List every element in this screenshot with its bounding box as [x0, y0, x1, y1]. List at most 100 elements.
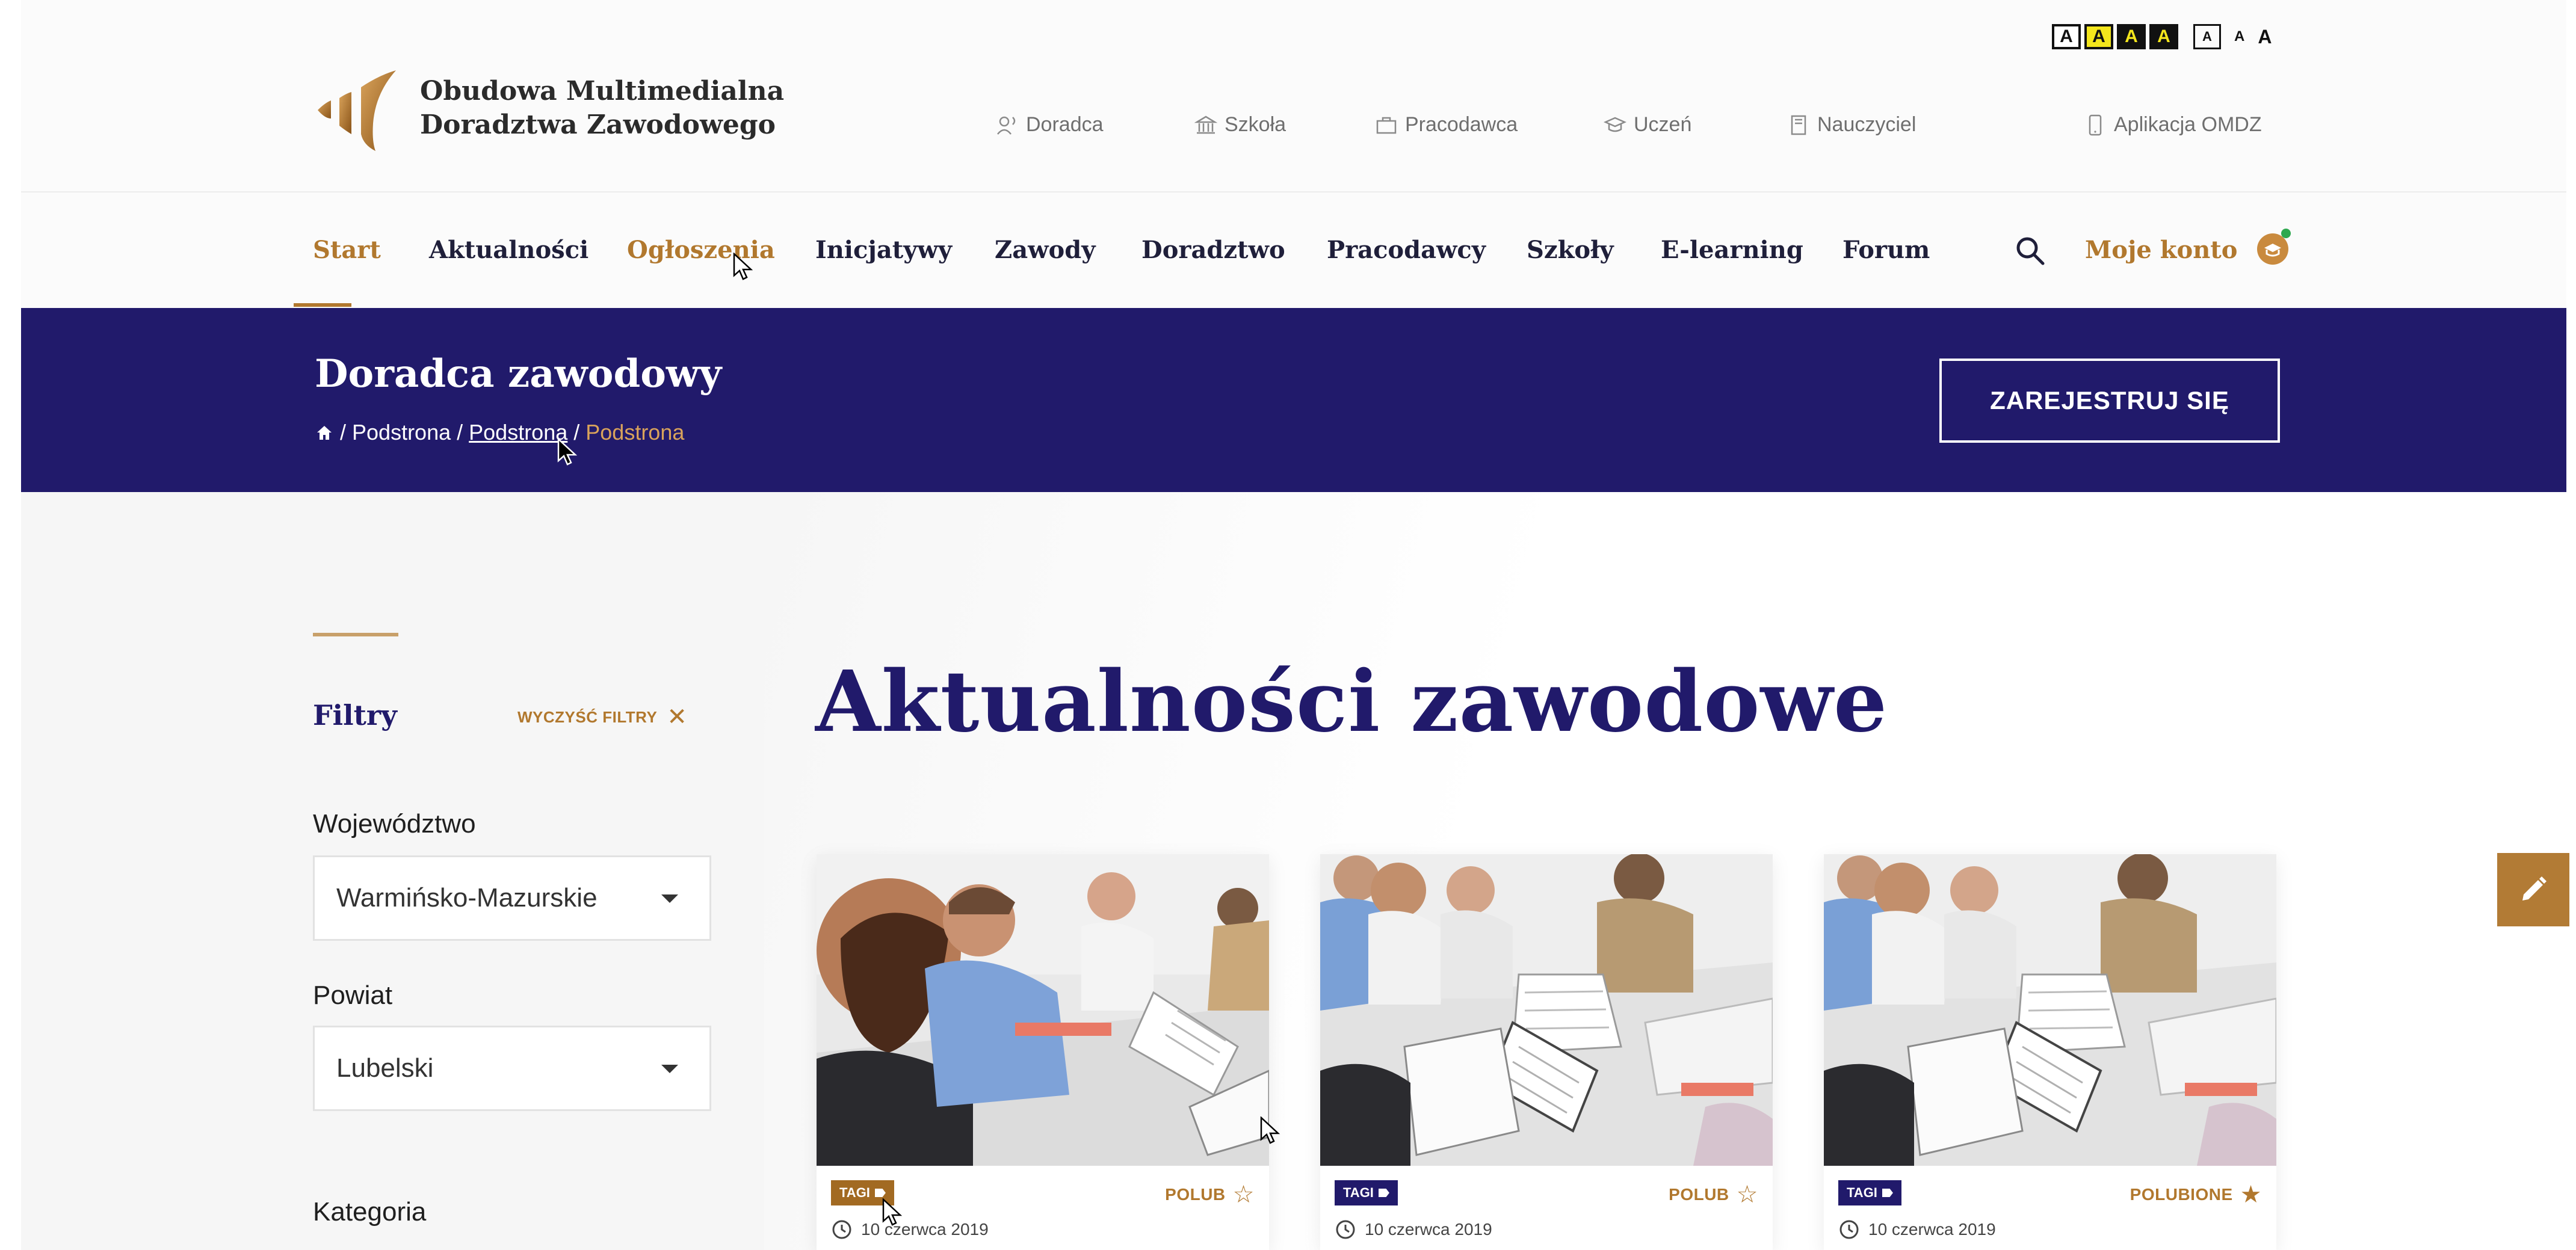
nav-szkoly[interactable]: Szkoły: [1527, 236, 1614, 264]
tag-label: TAGI: [1343, 1185, 1374, 1200]
audience-doradca[interactable]: Doradca: [996, 113, 1104, 137]
voivodeship-value: Warmińsko-Mazurskie: [336, 883, 598, 913]
news-card-image[interactable]: [1320, 854, 1773, 1166]
contrast-switcher: A A A A: [2052, 24, 2178, 49]
logo-line-1: Obudowa Multimedialna: [420, 76, 785, 106]
tag-label: TAGI: [839, 1185, 870, 1200]
audience-app-label: Aplikacja OMDZ: [2114, 113, 2262, 136]
main-nav: Start Aktualności Ogłoszenia Inicjatywy …: [21, 192, 2566, 308]
audience-szkola-label: Szkoła: [1225, 113, 1286, 136]
card-date-text: 10 czerwca 2019: [1365, 1220, 1492, 1239]
school-icon: [1194, 115, 1217, 134]
audience-pracodawca-label: Pracodawca: [1405, 113, 1518, 136]
county-label: Powiat: [313, 981, 393, 1010]
clock-icon: [832, 1220, 851, 1239]
phone-icon: [2089, 114, 2102, 135]
breadcrumb-item-1[interactable]: Podstrona: [352, 420, 451, 445]
tag-chip[interactable]: TAGI: [1838, 1180, 1901, 1205]
nav-inicjatywy[interactable]: Inicjatywy: [815, 236, 952, 264]
tag-icon: [1378, 1189, 1389, 1197]
nav-e-learning[interactable]: E-learning: [1661, 236, 1803, 264]
contrast-black-button[interactable]: A: [2149, 24, 2178, 49]
contrast-yellow-button[interactable]: A: [2084, 24, 2113, 49]
account-avatar-icon[interactable]: [2255, 227, 2293, 266]
mouse-cursor-icon: [557, 438, 578, 466]
news-card-1[interactable]: TAGI POLUB ☆ 10 czerwca 2019: [817, 854, 1269, 1250]
audience-app[interactable]: Aplikacja OMDZ: [2084, 113, 2262, 137]
category-label: Kategoria: [313, 1197, 427, 1227]
nav-doradztwo[interactable]: Doradztwo: [1141, 236, 1285, 264]
graduation-cap-icon: [1604, 117, 1626, 132]
site-logo[interactable]: Obudowa Multimedialna Doradztwa Zawodowe…: [313, 63, 784, 153]
home-icon[interactable]: [315, 423, 334, 442]
edit-button[interactable]: [2497, 853, 2569, 926]
voivodeship-label: Województwo: [313, 809, 476, 839]
news-card-image[interactable]: [1824, 854, 2276, 1166]
nav-pracodawcy[interactable]: Pracodawcy: [1327, 236, 1486, 264]
pencil-icon: [2522, 876, 2547, 901]
county-value: Lubelski: [336, 1053, 434, 1083]
page-banner: Doradca zawodowy / Podstrona / Podstrona…: [21, 308, 2566, 492]
audience-nauczyciel[interactable]: Nauczyciel: [1787, 113, 1916, 137]
filters-title: Filtry: [313, 699, 397, 731]
tag-label: TAGI: [1847, 1185, 1877, 1200]
font-size-switcher: A A A: [2193, 24, 2272, 49]
contrast-default-button[interactable]: A: [2052, 24, 2081, 49]
audience-nauczyciel-label: Nauczyciel: [1817, 113, 1917, 136]
like-label: POLUB: [1165, 1185, 1226, 1204]
like-label: POLUBIONE: [2130, 1185, 2233, 1204]
font-size-small-button[interactable]: A: [2193, 24, 2221, 49]
nav-account[interactable]: Moje konto: [2085, 236, 2237, 264]
banner-title: Doradca zawodowy: [315, 351, 722, 396]
filters-accent-line: [313, 633, 398, 636]
like-button[interactable]: POLUB ☆: [1669, 1183, 1758, 1207]
news-card-3[interactable]: TAGI POLUBIONE ★ 10 czerwca 2019: [1824, 854, 2276, 1250]
font-size-large-button[interactable]: A: [2258, 27, 2272, 46]
mouse-cursor-icon: [882, 1198, 903, 1226]
liked-button[interactable]: POLUBIONE ★: [2130, 1183, 2262, 1207]
nav-zawody[interactable]: Zawody: [995, 236, 1095, 264]
news-card-image[interactable]: [817, 854, 1269, 1166]
chevron-down-icon: [661, 894, 678, 903]
star-filled-icon: ★: [2240, 1181, 2262, 1208]
tag-icon: [1882, 1189, 1893, 1197]
audience-uczen-label: Uczeń: [1634, 113, 1692, 136]
font-size-medium-button[interactable]: A: [2234, 29, 2244, 44]
nav-forum[interactable]: Forum: [1842, 236, 1930, 264]
voivodeship-select[interactable]: Warmińsko-Mazurskie: [313, 855, 711, 941]
clear-filters-button[interactable]: WYCZYŚĆ FILTRY ✕: [517, 705, 687, 729]
card-date: 10 czerwca 2019: [831, 1219, 989, 1240]
chevron-down-icon: [661, 1065, 678, 1073]
nav-start[interactable]: Start: [313, 236, 381, 264]
tag-chip[interactable]: TAGI: [1335, 1180, 1398, 1205]
county-select[interactable]: Lubelski: [313, 1026, 711, 1111]
clear-filters-label: WYCZYŚĆ FILTRY: [517, 707, 658, 726]
breadcrumb: / Podstrona / Podstrona / Podstrona: [315, 420, 684, 445]
briefcase-icon: [1376, 117, 1397, 134]
mouse-cursor-icon: [1260, 1116, 1280, 1144]
card-date-text: 10 czerwca 2019: [861, 1220, 989, 1239]
like-button[interactable]: POLUB ☆: [1165, 1183, 1255, 1207]
clock-icon: [1839, 1220, 1859, 1239]
mouse-cursor-icon: [733, 253, 753, 280]
tag-icon: [874, 1189, 886, 1197]
card-date: 10 czerwca 2019: [1335, 1219, 1492, 1240]
close-icon: ✕: [667, 704, 688, 730]
nav-active-indicator: [294, 303, 351, 307]
audience-szkola[interactable]: Szkoła: [1194, 113, 1286, 137]
audience-pracodawca[interactable]: Pracodawca: [1375, 113, 1518, 137]
logo-mark-icon: [318, 70, 396, 151]
breadcrumb-current: Podstrona: [585, 420, 685, 445]
page-title: Aktualności zawodowe: [815, 653, 1888, 751]
star-outline-icon: ☆: [1736, 1181, 1758, 1208]
audience-uczen[interactable]: Uczeń: [1604, 113, 1691, 137]
contrast-black-yellow-button[interactable]: A: [2117, 24, 2146, 49]
audience-doradca-label: Doradca: [1026, 113, 1104, 136]
counselor-icon: [997, 116, 1016, 135]
search-icon[interactable]: [2013, 233, 2048, 268]
register-button[interactable]: ZAREJESTRUJ SIĘ: [1939, 359, 2280, 443]
news-card-2[interactable]: TAGI POLUB ☆ 10 czerwca 2019: [1320, 854, 1773, 1250]
breadcrumb-item-2[interactable]: Podstrona: [469, 420, 567, 445]
nav-aktualnosci[interactable]: Aktualności: [429, 236, 588, 264]
notebook-icon: [1791, 115, 1806, 135]
